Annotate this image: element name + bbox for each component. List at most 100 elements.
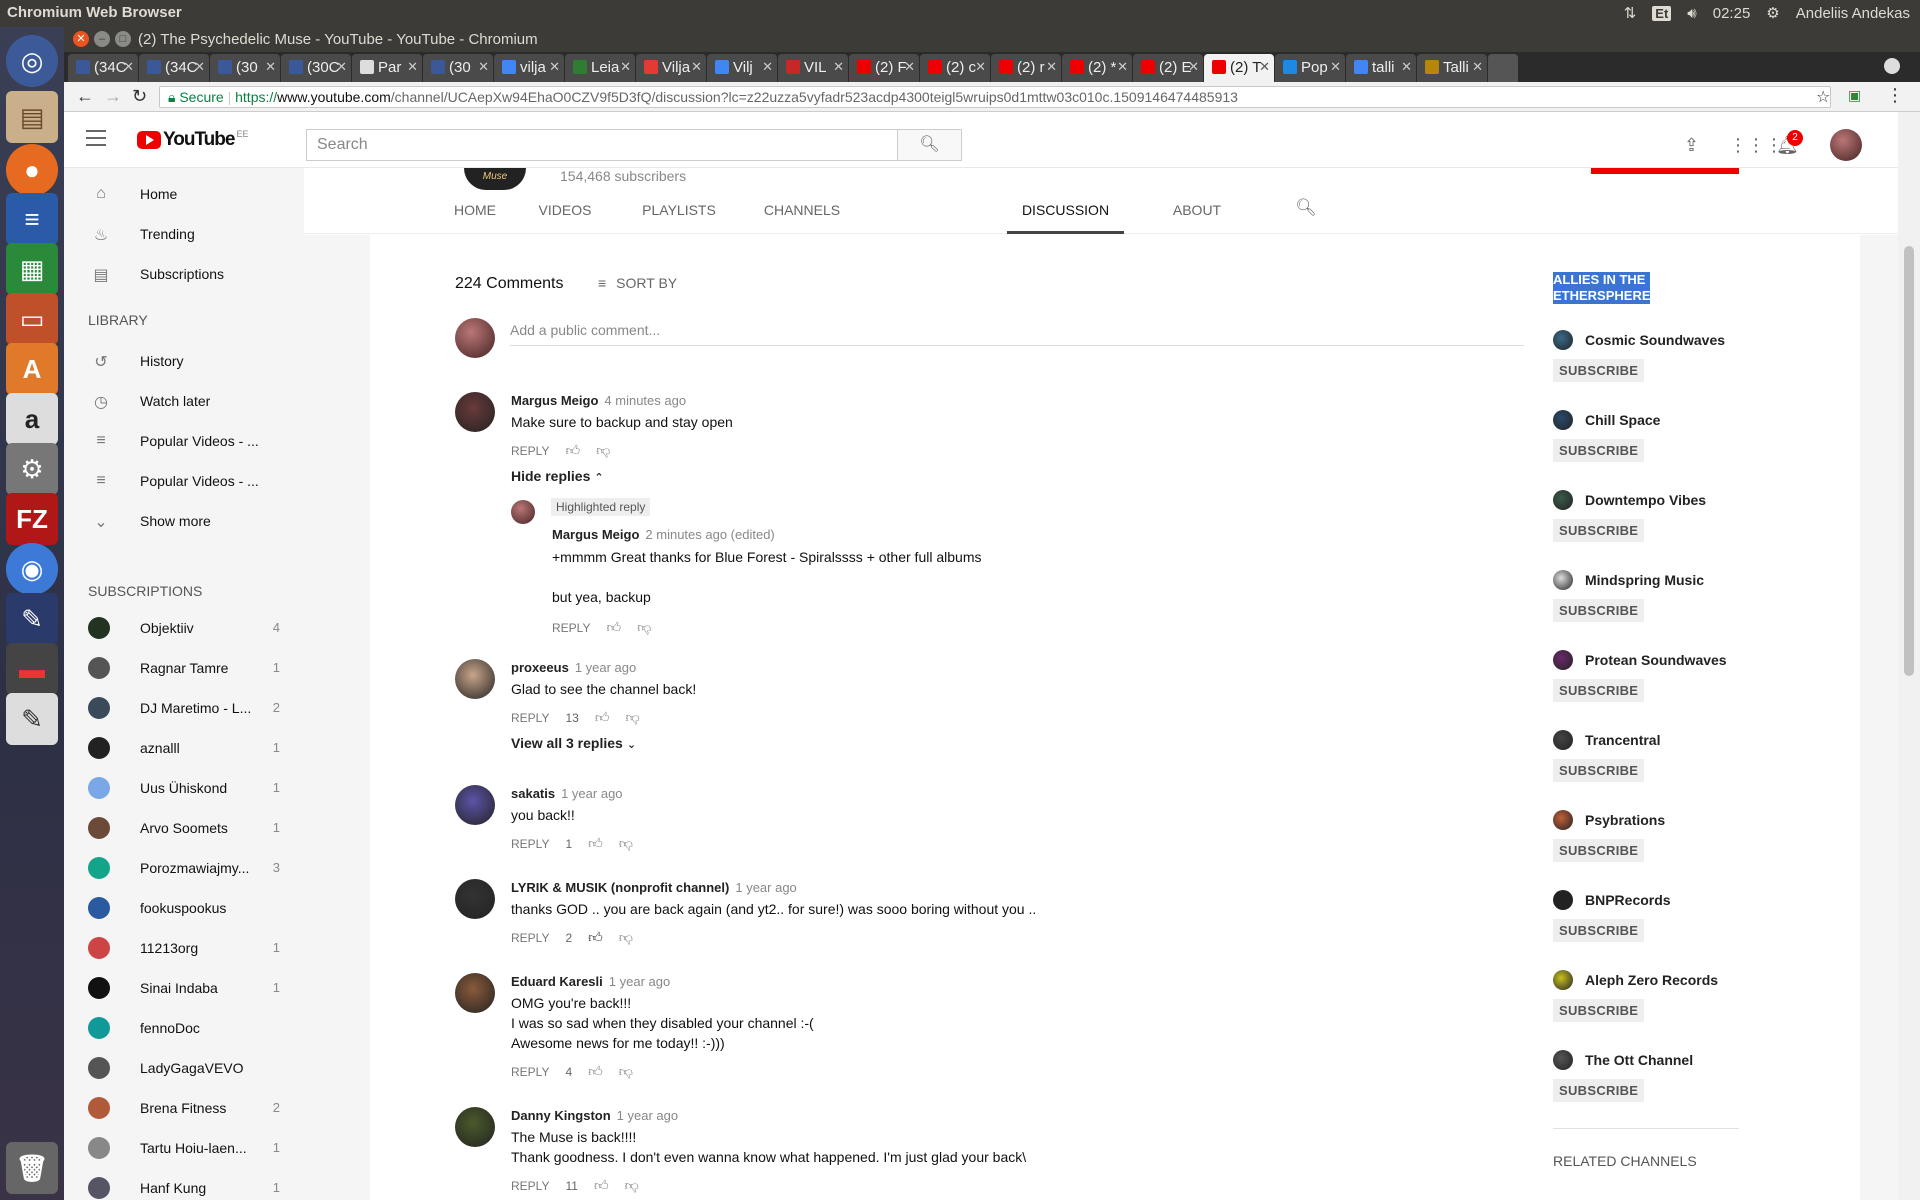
subscribe-button[interactable]: SUBSCRIBE [1553,359,1645,382]
menu-icon[interactable]: ⋮ [1886,85,1904,106]
channel-avatar[interactable] [1553,490,1573,510]
network-arrows-icon[interactable]: ⇅ [1624,4,1637,22]
browser-tab[interactable]: (30 ✕ [210,54,280,82]
scrollbar-thumb[interactable] [1904,246,1914,676]
tab-close-icon[interactable]: ✕ [1117,59,1128,75]
trash-icon[interactable]: 🗑︎ [6,1142,58,1194]
channel-avatar[interactable] [1553,730,1573,750]
chromium-icon[interactable]: ◉ [6,543,58,595]
filezilla-icon[interactable]: FZ [6,493,58,545]
browser-tab[interactable]: VIL ✕ [778,54,848,82]
tab-close-icon[interactable]: ✕ [620,59,631,75]
ubuntu-logo-icon[interactable]: ◎ [6,35,58,87]
text-editor-icon[interactable]: ✎ [6,693,58,745]
address-bar[interactable]: 🔒︎ Secure | https://www.youtube.com/chan… [159,86,1831,108]
ally-channel-name[interactable]: Psybrations [1585,812,1665,828]
reload-icon[interactable]: ↻ [132,86,147,107]
channel-avatar[interactable] [1553,330,1573,350]
subscribe-button[interactable]: SUBSCRIBE [1553,999,1645,1022]
subscribe-button[interactable]: SUBSCRIBE [1553,759,1645,782]
browser-tab[interactable]: Vilj ✕ [707,54,777,82]
tab-close-icon[interactable]: ✕ [1046,59,1057,75]
tab-close-icon[interactable]: ✕ [1472,59,1483,75]
gear-icon[interactable]: ⚙ [1766,4,1779,22]
browser-tab[interactable]: (2) F ✕ [849,54,919,82]
paint-icon[interactable]: ✎ [6,593,58,645]
subscribe-button[interactable]: SUBSCRIBE [1553,839,1645,862]
browser-tab[interactable]: (2) E ✕ [1133,54,1203,82]
tab-close-icon[interactable]: ✕ [691,59,702,75]
writer-icon[interactable]: ≡ [6,193,58,245]
maximize-icon[interactable]: □ [115,31,131,47]
clock[interactable]: 02:25 [1713,5,1751,22]
browser-tab[interactable]: Leia ✕ [565,54,635,82]
subscribe-button[interactable]: SUBSCRIBE [1553,519,1645,542]
browser-tab[interactable]: (30C ✕ [281,54,351,82]
browser-tab[interactable]: (34C ✕ [68,54,138,82]
amazon-icon[interactable]: a [6,393,58,445]
scrollbar[interactable] [1898,112,1920,1200]
ally-channel-name[interactable]: The Ott Channel [1585,1052,1693,1068]
back-icon[interactable]: ← [76,86,94,107]
ally-channel-name[interactable]: Trancentral [1585,732,1660,748]
subscribe-button[interactable]: SUBSCRIBE [1553,919,1645,942]
red-app-icon[interactable]: ▬ [6,643,58,695]
browser-tab[interactable]: (2) * ✕ [1062,54,1132,82]
subscribe-button[interactable]: SUBSCRIBE [1553,599,1645,622]
subscribe-button[interactable]: SUBSCRIBE [1553,679,1645,702]
tab-close-icon[interactable]: ✕ [1330,59,1341,75]
channel-avatar[interactable] [1553,1050,1573,1070]
ally-channel-name[interactable]: BNPRecords [1585,892,1671,908]
channel-avatar[interactable] [1553,410,1573,430]
star-icon[interactable]: ☆ [1816,87,1830,107]
files-icon[interactable]: ▤ [6,91,58,143]
browser-tab[interactable]: Pop ✕ [1275,54,1345,82]
tab-close-icon[interactable]: ✕ [123,59,134,75]
tab-close-icon[interactable]: ✕ [762,59,773,75]
user-name[interactable]: Andeliis Andekas [1796,5,1910,22]
tab-close-icon[interactable]: ✕ [407,59,418,75]
tab-close-icon[interactable]: ✕ [975,59,986,75]
tab-close-icon[interactable]: ✕ [478,59,489,75]
browser-tab[interactable]: Vilja ✕ [636,54,706,82]
browser-tab[interactable]: talli ✕ [1346,54,1416,82]
browser-tab[interactable]: vilja ✕ [494,54,564,82]
tab-close-icon[interactable]: ✕ [549,59,560,75]
browser-tab[interactable]: Par ✕ [352,54,422,82]
browser-tab[interactable]: (2) T ✕ [1204,54,1274,82]
ally-channel-name[interactable]: Mindspring Music [1585,572,1704,588]
browser-tab[interactable]: Talli ✕ [1417,54,1487,82]
firefox-icon[interactable]: ● [6,144,58,196]
ally-channel-name[interactable]: Downtempo Vibes [1585,492,1706,508]
keyboard-layout[interactable]: Et [1652,5,1672,21]
subscribe-button[interactable]: SUBSCRIBE [1553,439,1645,462]
ally-channel-name[interactable]: Protean Soundwaves [1585,652,1727,668]
tab-close-icon[interactable]: ✕ [1259,59,1270,75]
extension-icon[interactable]: ▣ [1848,87,1861,104]
minimize-icon[interactable]: – [94,31,110,47]
browser-tab[interactable]: (30 ✕ [423,54,493,82]
browser-tab[interactable]: (2) r ✕ [991,54,1061,82]
channel-avatar[interactable] [1553,890,1573,910]
new-tab-button[interactable] [1488,54,1518,82]
profile-icon[interactable] [1884,58,1900,74]
subscribe-button[interactable]: SUBSCRIBE [1553,1079,1645,1102]
settings-icon[interactable]: ⚙ [6,443,58,495]
forward-icon[interactable]: → [104,86,122,107]
tab-close-icon[interactable]: ✕ [194,59,205,75]
tab-close-icon[interactable]: ✕ [833,59,844,75]
browser-tab[interactable]: (34C ✕ [139,54,209,82]
channel-avatar[interactable] [1553,570,1573,590]
tab-close-icon[interactable]: ✕ [904,59,915,75]
ally-channel-name[interactable]: Aleph Zero Records [1585,972,1718,988]
software-center-icon[interactable]: A [6,343,58,395]
ally-channel-name[interactable]: Chill Space [1585,412,1660,428]
channel-avatar[interactable] [1553,810,1573,830]
calc-icon[interactable]: ▦ [6,243,58,295]
impress-icon[interactable]: ▭ [6,293,58,345]
close-icon[interactable]: ✕ [73,31,89,47]
channel-avatar[interactable] [1553,970,1573,990]
tab-close-icon[interactable]: ✕ [336,59,347,75]
browser-tab[interactable]: (2) c ✕ [920,54,990,82]
tab-close-icon[interactable]: ✕ [265,59,276,75]
